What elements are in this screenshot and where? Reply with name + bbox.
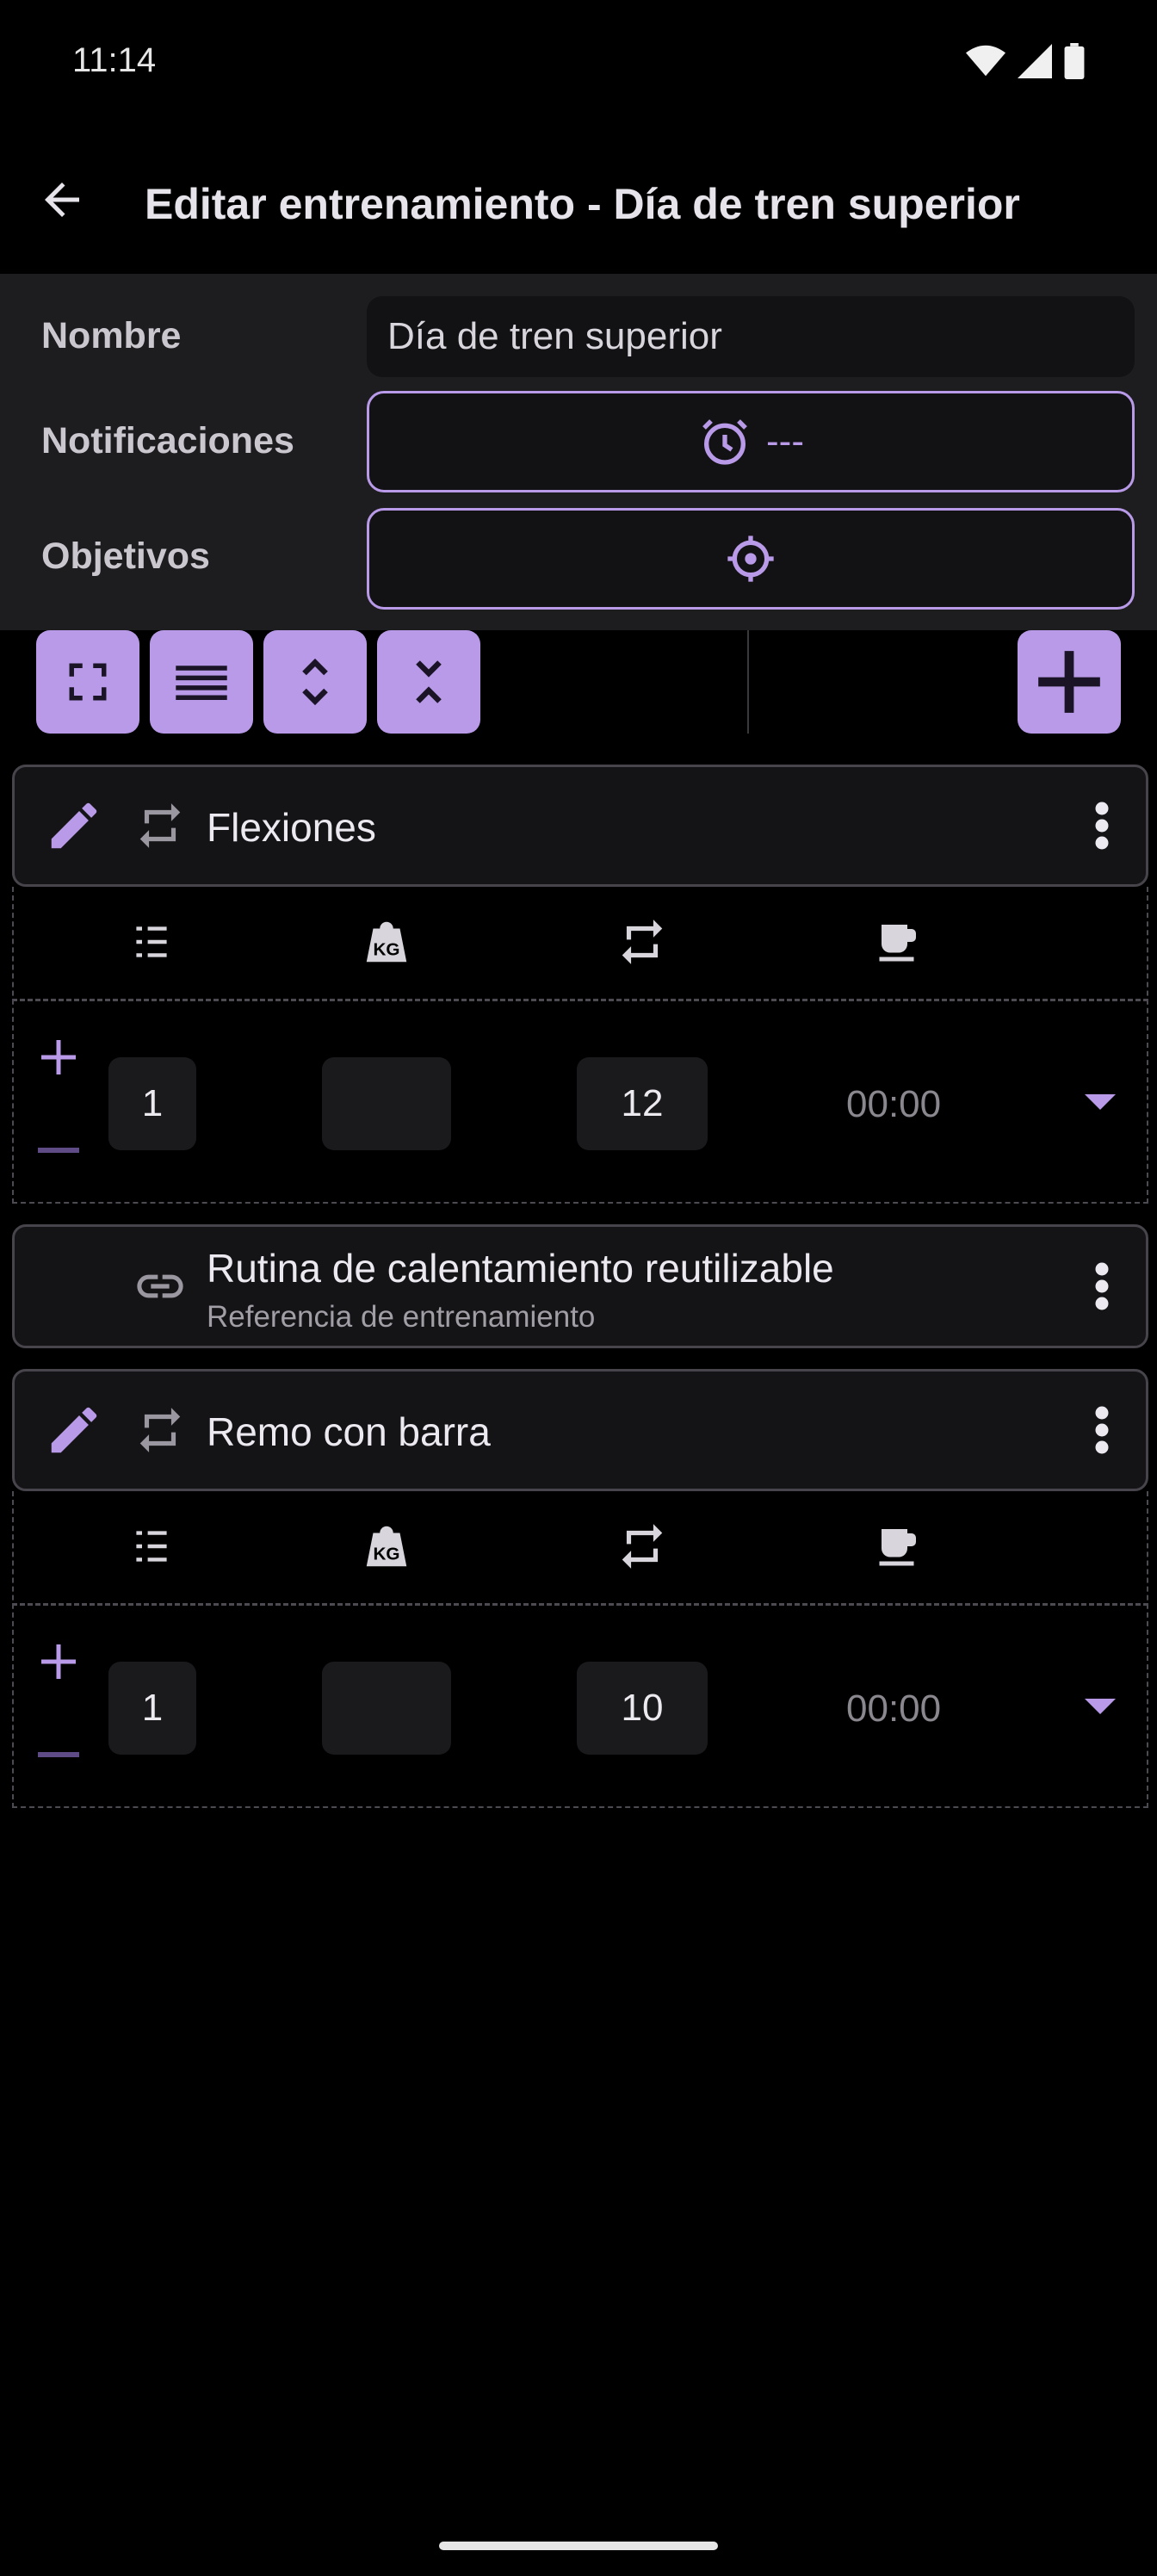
notifications-label: Notificaciones	[41, 420, 294, 461]
rest-column-icon-wrap	[868, 911, 930, 973]
repeat-icon	[139, 803, 181, 848]
svg-text:KG: KG	[374, 1545, 400, 1564]
rest-time[interactable]: 00:00	[846, 1687, 941, 1731]
set-options-dropdown[interactable]	[1080, 1081, 1121, 1123]
reference-subtitle: Referencia de entrenamiento	[207, 1300, 596, 1334]
rest-time[interactable]: 00:00	[846, 1083, 941, 1126]
pencil-icon	[51, 1407, 97, 1453]
plus-icon	[41, 1644, 76, 1679]
rest-column-icon-wrap	[868, 1515, 930, 1577]
reps-column-icon-wrap	[611, 1515, 673, 1577]
more-vert-icon	[1095, 1262, 1109, 1310]
alarm-clock-icon	[702, 419, 747, 465]
notifications-button[interactable]: ---	[367, 391, 1135, 492]
sets-container	[12, 1491, 1148, 1808]
kg-weight-icon: KG	[366, 1526, 407, 1567]
name-input[interactable]: Día de tren superior	[367, 296, 1135, 377]
reps-input[interactable]: 10	[577, 1662, 708, 1755]
sets-container	[12, 887, 1148, 1204]
caret-down-icon	[1085, 1094, 1116, 1110]
sets-separator	[12, 1603, 1148, 1606]
weight-input[interactable]	[322, 1057, 451, 1150]
weight-input[interactable]	[322, 1662, 451, 1755]
set-number-field[interactable]: 1	[108, 1057, 196, 1150]
name-label: Nombre	[41, 315, 182, 356]
arrow-back-icon	[45, 183, 79, 217]
set-number-field[interactable]: 1	[108, 1662, 196, 1755]
signal-icon	[1018, 44, 1052, 78]
fullscreen-button[interactable]	[36, 630, 139, 734]
more-vert-icon	[1095, 802, 1109, 850]
goals-button[interactable]	[367, 508, 1135, 610]
notifications-value: ---	[766, 420, 804, 462]
reps-input[interactable]: 12	[577, 1057, 708, 1150]
minus-icon	[38, 1148, 79, 1153]
back-button[interactable]	[31, 169, 93, 231]
repeat-type-icon-wrap	[129, 1399, 191, 1461]
exercise-menu-button[interactable]	[1078, 1387, 1126, 1473]
sets-column-icon-wrap	[121, 911, 183, 973]
pencil-icon	[51, 802, 97, 849]
reference-title: Rutina de calentamiento reutilizable	[207, 1246, 834, 1291]
plus-icon	[41, 1040, 76, 1074]
caret-down-icon	[1085, 1699, 1116, 1714]
numbered-list-icon	[136, 1531, 167, 1562]
repeat-icon	[622, 920, 663, 964]
expand-all-button[interactable]	[263, 630, 367, 734]
coffee-cup-icon	[879, 1529, 916, 1566]
add-exercise-button[interactable]	[1018, 630, 1121, 734]
repeat-type-icon-wrap	[129, 795, 191, 857]
goals-label: Objetivos	[41, 536, 210, 577]
menu-lines-icon	[176, 666, 227, 701]
exercise-title: Flexiones	[207, 805, 376, 850]
page-title: Editar entrenamiento - Día de tren super…	[145, 180, 1020, 228]
expand-icon	[302, 658, 328, 706]
repeat-icon	[139, 1408, 181, 1452]
kg-weight-icon: KG	[366, 921, 407, 963]
collapse-all-button[interactable]	[377, 630, 480, 734]
crosshair-icon	[727, 536, 774, 582]
sets-column-icon-wrap	[121, 1515, 183, 1577]
wifi-icon	[966, 45, 1005, 77]
link-icon-wrap	[129, 1255, 191, 1317]
status-time: 11:14	[72, 41, 157, 79]
remove-set-button[interactable]	[33, 1737, 84, 1772]
battery-icon	[1064, 43, 1085, 79]
gesture-nav-handle[interactable]	[439, 2542, 718, 2550]
weight-column-icon-wrap: KG	[356, 1515, 418, 1577]
reference-menu-button[interactable]	[1078, 1243, 1126, 1329]
more-vert-icon	[1095, 1406, 1109, 1454]
add-set-button[interactable]	[33, 1031, 84, 1083]
coffee-cup-icon	[879, 925, 916, 962]
collapse-icon	[416, 660, 442, 703]
exercise-menu-button[interactable]	[1078, 783, 1126, 869]
repeat-icon	[622, 1524, 663, 1569]
plus-icon	[1038, 651, 1100, 713]
add-set-button[interactable]	[33, 1636, 84, 1687]
minus-icon	[38, 1752, 79, 1757]
fullscreen-icon	[69, 663, 107, 701]
toolbar-divider	[747, 630, 749, 734]
exercise-title: Remo con barra	[207, 1409, 491, 1454]
edit-exercise-button[interactable]	[40, 791, 108, 860]
edit-exercise-button[interactable]	[40, 1396, 108, 1464]
link-icon	[137, 1274, 183, 1298]
set-options-dropdown[interactable]	[1080, 1686, 1121, 1727]
reps-column-icon-wrap	[611, 911, 673, 973]
remove-set-button[interactable]	[33, 1133, 84, 1167]
svg-text:KG: KG	[374, 940, 400, 960]
numbered-list-icon	[136, 926, 167, 957]
status-icons	[966, 43, 1085, 79]
sets-separator	[12, 999, 1148, 1001]
weight-column-icon-wrap: KG	[356, 911, 418, 973]
list-view-button[interactable]	[150, 630, 253, 734]
